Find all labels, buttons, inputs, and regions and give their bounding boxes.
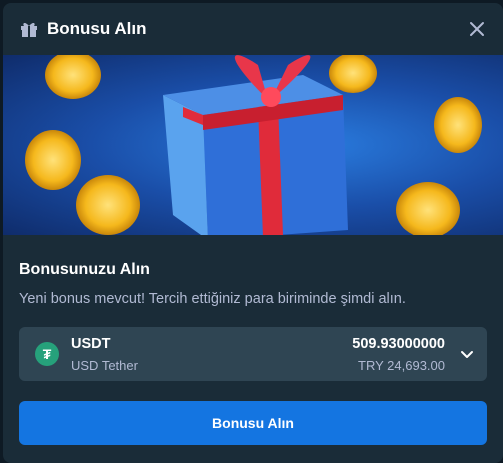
section-description: Yeni bonus mevcut! Tercih ettiğiniz para… <box>19 291 406 307</box>
modal-header: Bonusu Alın <box>3 3 503 55</box>
bonus-modal: Bonusu Alın Bonusunuzu Alın Yeni bonus m… <box>3 3 503 463</box>
currency-name: USD Tether <box>71 357 138 373</box>
chevron-down-icon <box>461 351 473 358</box>
currency-info: USDT USD Tether <box>71 336 138 373</box>
section-title: Bonusunuzu Alın <box>19 261 150 278</box>
currency-select[interactable]: ₮ USDT USD Tether 509.93000000 TRY 24,69… <box>19 327 487 381</box>
currency-code: USDT <box>71 335 111 352</box>
gift-icon <box>21 22 37 37</box>
modal-body: Bonusunuzu Alın Yeni bonus mevcut! Terci… <box>3 261 503 445</box>
gift-illustration <box>25 55 482 235</box>
bonus-banner <box>3 55 503 235</box>
usdt-icon: ₮ <box>35 342 59 366</box>
currency-amount: 509.93000000 <box>352 335 445 352</box>
currency-fiat-value: TRY 24,693.00 <box>358 357 445 373</box>
currency-balance: 509.93000000 TRY 24,693.00 <box>352 336 445 373</box>
close-icon[interactable] <box>467 19 487 39</box>
modal-title: Bonusu Alın <box>47 19 147 38</box>
claim-bonus-button[interactable]: Bonusu Alın <box>19 401 487 445</box>
